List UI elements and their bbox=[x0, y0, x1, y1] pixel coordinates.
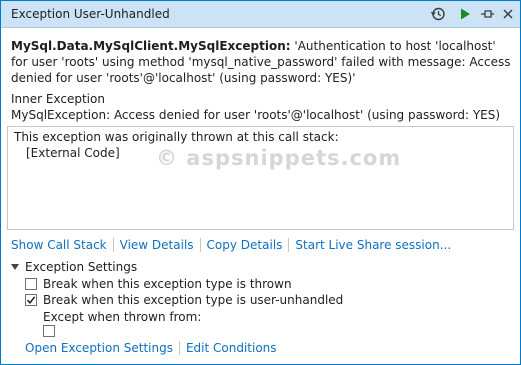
break-thrown-checkbox[interactable] bbox=[25, 278, 37, 290]
link-separator bbox=[178, 341, 180, 355]
break-thrown-label: Break when this exception type is thrown bbox=[43, 277, 292, 291]
break-unhandled-label: Break when this exception type is user-u… bbox=[43, 293, 344, 307]
checkmark-icon bbox=[26, 296, 36, 304]
show-call-stack-link[interactable]: Show Call Stack bbox=[11, 238, 107, 252]
exception-settings-heading: Exception Settings bbox=[25, 260, 138, 274]
collapse-triangle-icon bbox=[11, 264, 19, 270]
inner-exception-heading: Inner Exception bbox=[11, 92, 105, 106]
call-stack-box[interactable]: This exception was originally thrown at … bbox=[7, 126, 514, 230]
break-unhandled-option[interactable]: Break when this exception type is user-u… bbox=[25, 293, 343, 307]
open-exception-settings-link[interactable]: Open Exception Settings bbox=[25, 341, 173, 355]
title-bar: Exception User-Unhandled bbox=[1, 1, 520, 28]
view-details-link[interactable]: View Details bbox=[120, 238, 194, 252]
exception-helper-window: Exception User-Unhandled MySql.Data.MySq… bbox=[0, 0, 521, 365]
window-title: Exception User-Unhandled bbox=[11, 7, 170, 21]
except-when-thrown-label: Except when thrown from: bbox=[43, 310, 202, 324]
settings-links: Open Exception Settings Edit Conditions bbox=[25, 341, 277, 355]
except-when-thrown-option[interactable] bbox=[43, 325, 61, 337]
link-separator bbox=[199, 238, 201, 252]
link-separator bbox=[112, 238, 114, 252]
action-links: Show Call Stack View Details Copy Detail… bbox=[11, 237, 451, 253]
close-icon[interactable] bbox=[499, 5, 517, 23]
call-stack-line[interactable]: [External Code] bbox=[26, 146, 120, 160]
watermark: © aspsnippets.com bbox=[156, 146, 402, 170]
edit-conditions-link[interactable]: Edit Conditions bbox=[186, 341, 277, 355]
copy-details-link[interactable]: Copy Details bbox=[207, 238, 283, 252]
break-unhandled-checkbox[interactable] bbox=[25, 294, 37, 306]
continue-play-icon[interactable] bbox=[456, 5, 474, 23]
except-when-thrown-checkbox[interactable] bbox=[43, 325, 55, 337]
exception-settings-toggle[interactable]: Exception Settings bbox=[11, 260, 137, 274]
call-stack-heading: This exception was originally thrown at … bbox=[14, 130, 339, 144]
inner-exception-message: MySqlException: Access denied for user '… bbox=[11, 108, 501, 122]
break-thrown-option[interactable]: Break when this exception type is thrown bbox=[25, 277, 292, 291]
live-share-link[interactable]: Start Live Share session... bbox=[295, 238, 451, 252]
pin-icon[interactable] bbox=[479, 5, 497, 23]
exception-type: MySql.Data.MySqlClient.MySqlException: bbox=[11, 39, 291, 53]
exception-message: MySql.Data.MySqlClient.MySqlException: '… bbox=[11, 38, 511, 86]
link-separator bbox=[288, 238, 290, 252]
history-icon[interactable] bbox=[429, 5, 447, 23]
